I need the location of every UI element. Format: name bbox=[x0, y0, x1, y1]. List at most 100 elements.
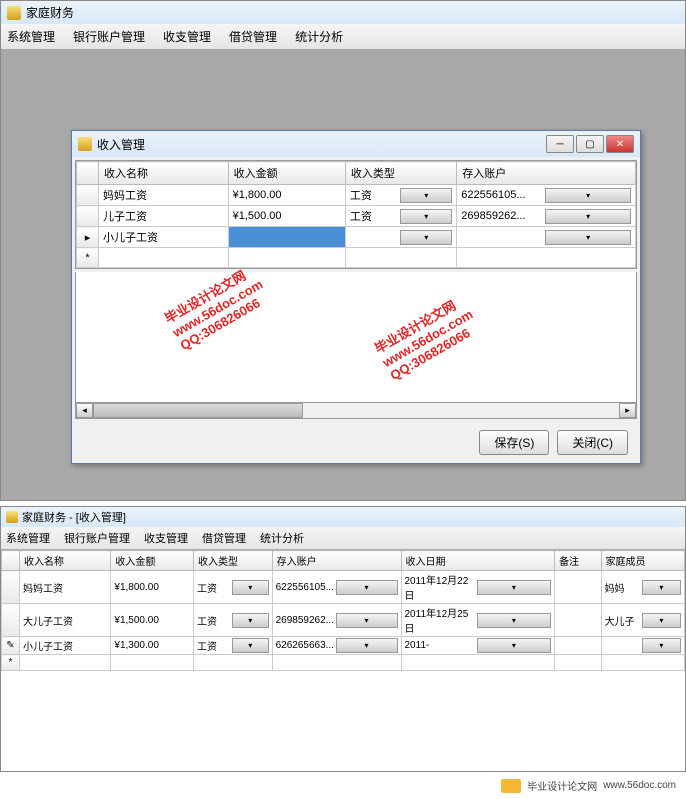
grid-new-row[interactable]: * bbox=[2, 655, 685, 671]
second-title: 家庭财务 - [收入管理] bbox=[22, 509, 126, 525]
grid-row[interactable]: 妈妈工资 ¥1,800.00 工资▾ 622556105...▾ 2011年12… bbox=[2, 571, 685, 604]
chevron-down-icon[interactable]: ▾ bbox=[545, 230, 631, 245]
menu-stats[interactable]: 统计分析 bbox=[295, 28, 343, 45]
main-window: 家庭财务 系统管理 银行账户管理 收支管理 借贷管理 统计分析 收入管理 ─ ▢… bbox=[0, 0, 686, 501]
scroll-thumb[interactable] bbox=[93, 403, 303, 418]
chevron-down-icon[interactable]: ▾ bbox=[232, 580, 269, 595]
chevron-down-icon[interactable]: ▾ bbox=[336, 638, 398, 653]
page-footer: 毕业设计论文网 www.56doc.com bbox=[0, 772, 686, 799]
close-dialog-button[interactable]: 关闭(C) bbox=[557, 430, 628, 455]
col-name[interactable]: 收入名称 bbox=[99, 162, 229, 185]
chevron-down-icon[interactable]: ▾ bbox=[642, 638, 681, 653]
col-note[interactable]: 备注 bbox=[555, 551, 602, 571]
save-button[interactable]: 保存(S) bbox=[479, 430, 549, 455]
cell-name[interactable]: 小儿子工资 bbox=[99, 227, 229, 248]
new-row-icon: * bbox=[2, 655, 20, 671]
scroll-right-icon[interactable]: ▸ bbox=[619, 403, 636, 418]
menu-system[interactable]: 系统管理 bbox=[6, 530, 50, 546]
cell-amount[interactable]: ¥1,500.00 bbox=[228, 206, 345, 227]
income-dialog: 收入管理 ─ ▢ ✕ 收入名称 收入金额 收入类型 存入账户 bbox=[71, 130, 641, 464]
menu-income-expense[interactable]: 收支管理 bbox=[163, 28, 211, 45]
cell-amount-selected[interactable] bbox=[228, 227, 345, 248]
cell-account[interactable]: 622556105...▾ bbox=[457, 185, 636, 206]
dialog-buttons: 保存(S) 关闭(C) bbox=[72, 422, 640, 463]
cell-account[interactable]: 269859262...▾ bbox=[457, 206, 636, 227]
edit-row-icon: ✎ bbox=[2, 637, 20, 655]
col-name[interactable]: 收入名称 bbox=[20, 551, 111, 571]
chevron-down-icon[interactable]: ▾ bbox=[400, 209, 452, 224]
col-account[interactable]: 存入账户 bbox=[457, 162, 636, 185]
income-grid: 收入名称 收入金额 收入类型 存入账户 妈妈工资 ¥1,800.00 工资▾ 6… bbox=[75, 160, 637, 269]
col-date[interactable]: 收入日期 bbox=[401, 551, 555, 571]
minimize-button[interactable]: ─ bbox=[546, 135, 574, 153]
mdi-workspace: 收入管理 ─ ▢ ✕ 收入名称 收入金额 收入类型 存入账户 bbox=[1, 50, 685, 500]
grid-header: 收入名称 收入金额 收入类型 存入账户 bbox=[77, 162, 636, 185]
chevron-down-icon[interactable]: ▾ bbox=[545, 188, 631, 203]
app-icon bbox=[7, 6, 21, 20]
close-button[interactable]: ✕ bbox=[606, 135, 634, 153]
menu-stats[interactable]: 统计分析 bbox=[260, 530, 304, 546]
grid-row[interactable]: 儿子工资 ¥1,500.00 工资▾ 269859262...▾ bbox=[77, 206, 636, 227]
chevron-down-icon[interactable]: ▾ bbox=[232, 638, 269, 653]
chevron-down-icon[interactable]: ▾ bbox=[477, 613, 551, 628]
dialog-icon bbox=[78, 137, 92, 151]
row-indicator-icon: ▸ bbox=[77, 227, 99, 248]
dialog-controls: ─ ▢ ✕ bbox=[546, 135, 634, 153]
grid-new-row[interactable]: * bbox=[77, 248, 636, 268]
col-amount[interactable]: 收入金额 bbox=[111, 551, 194, 571]
chevron-down-icon[interactable]: ▾ bbox=[400, 188, 452, 203]
col-account[interactable]: 存入账户 bbox=[272, 551, 401, 571]
footer-logo-icon bbox=[501, 779, 521, 793]
grid-row[interactable]: 大儿子工资 ¥1,500.00 工资▾ 269859262...▾ 2011年1… bbox=[2, 604, 685, 637]
col-amount[interactable]: 收入金额 bbox=[228, 162, 345, 185]
footer-url: www.56doc.com bbox=[603, 780, 676, 791]
col-type[interactable]: 收入类型 bbox=[345, 162, 456, 185]
grid-empty-area bbox=[1, 671, 685, 771]
second-titlebar[interactable]: 家庭财务 - [收入管理] bbox=[1, 507, 685, 527]
cell-name[interactable]: 儿子工资 bbox=[99, 206, 229, 227]
footer-text: 毕业设计论文网 bbox=[527, 778, 597, 793]
menu-bank[interactable]: 银行账户管理 bbox=[64, 530, 130, 546]
menu-bank[interactable]: 银行账户管理 bbox=[73, 28, 145, 45]
main-titlebar[interactable]: 家庭财务 bbox=[1, 1, 685, 24]
grid-row-editing[interactable]: ✎ 小儿子工资 ¥1,300.00 工资▾ 626265663...▾ 2011… bbox=[2, 637, 685, 655]
chevron-down-icon[interactable]: ▾ bbox=[642, 580, 681, 595]
col-member[interactable]: 家庭成员 bbox=[601, 551, 684, 571]
chevron-down-icon[interactable]: ▾ bbox=[477, 580, 551, 595]
income-grid-full: 收入名称 收入金额 收入类型 存入账户 收入日期 备注 家庭成员 妈妈工资 ¥1… bbox=[1, 550, 685, 671]
app-icon bbox=[6, 511, 18, 523]
horizontal-scrollbar[interactable]: ◂ ▸ bbox=[75, 402, 637, 419]
chevron-down-icon[interactable]: ▾ bbox=[336, 580, 398, 595]
cell-type[interactable]: ▾ bbox=[345, 227, 456, 248]
menu-income-expense[interactable]: 收支管理 bbox=[144, 530, 188, 546]
cell-amount[interactable]: ¥1,800.00 bbox=[228, 185, 345, 206]
menu-loan[interactable]: 借贷管理 bbox=[202, 530, 246, 546]
chevron-down-icon[interactable]: ▾ bbox=[545, 209, 631, 224]
cell-type[interactable]: 工资▾ bbox=[345, 206, 456, 227]
chevron-down-icon[interactable]: ▾ bbox=[642, 613, 681, 628]
app-title: 家庭财务 bbox=[26, 4, 74, 21]
menu-loan[interactable]: 借贷管理 bbox=[229, 28, 277, 45]
maximize-button[interactable]: ▢ bbox=[576, 135, 604, 153]
cell-account[interactable]: ▾ bbox=[457, 227, 636, 248]
new-row-icon: * bbox=[77, 248, 99, 268]
grid-row[interactable]: 妈妈工资 ¥1,800.00 工资▾ 622556105...▾ bbox=[77, 185, 636, 206]
watermark: 毕业设计论文网 www.56doc.com QQ:306826066 bbox=[371, 290, 483, 383]
grid-empty-area: 毕业设计论文网 www.56doc.com QQ:306826066 毕业设计论… bbox=[75, 272, 637, 402]
dialog-title: 收入管理 bbox=[97, 136, 145, 153]
scroll-left-icon[interactable]: ◂ bbox=[76, 403, 93, 418]
dialog-titlebar[interactable]: 收入管理 ─ ▢ ✕ bbox=[72, 131, 640, 157]
grid-row-editing[interactable]: ▸ 小儿子工资 ▾ ▾ bbox=[77, 227, 636, 248]
chevron-down-icon[interactable]: ▾ bbox=[336, 613, 398, 628]
menu-system[interactable]: 系统管理 bbox=[7, 28, 55, 45]
col-type[interactable]: 收入类型 bbox=[194, 551, 273, 571]
watermark: 毕业设计论文网 www.56doc.com QQ:306826066 bbox=[161, 260, 273, 353]
second-window: 家庭财务 - [收入管理] 系统管理 银行账户管理 收支管理 借贷管理 统计分析… bbox=[0, 506, 686, 772]
main-menubar: 系统管理 银行账户管理 收支管理 借贷管理 统计分析 bbox=[1, 24, 685, 50]
chevron-down-icon[interactable]: ▾ bbox=[477, 638, 551, 653]
second-menubar: 系统管理 银行账户管理 收支管理 借贷管理 统计分析 bbox=[1, 527, 685, 550]
cell-name[interactable]: 妈妈工资 bbox=[99, 185, 229, 206]
chevron-down-icon[interactable]: ▾ bbox=[232, 613, 269, 628]
cell-type[interactable]: 工资▾ bbox=[345, 185, 456, 206]
chevron-down-icon[interactable]: ▾ bbox=[400, 230, 452, 245]
